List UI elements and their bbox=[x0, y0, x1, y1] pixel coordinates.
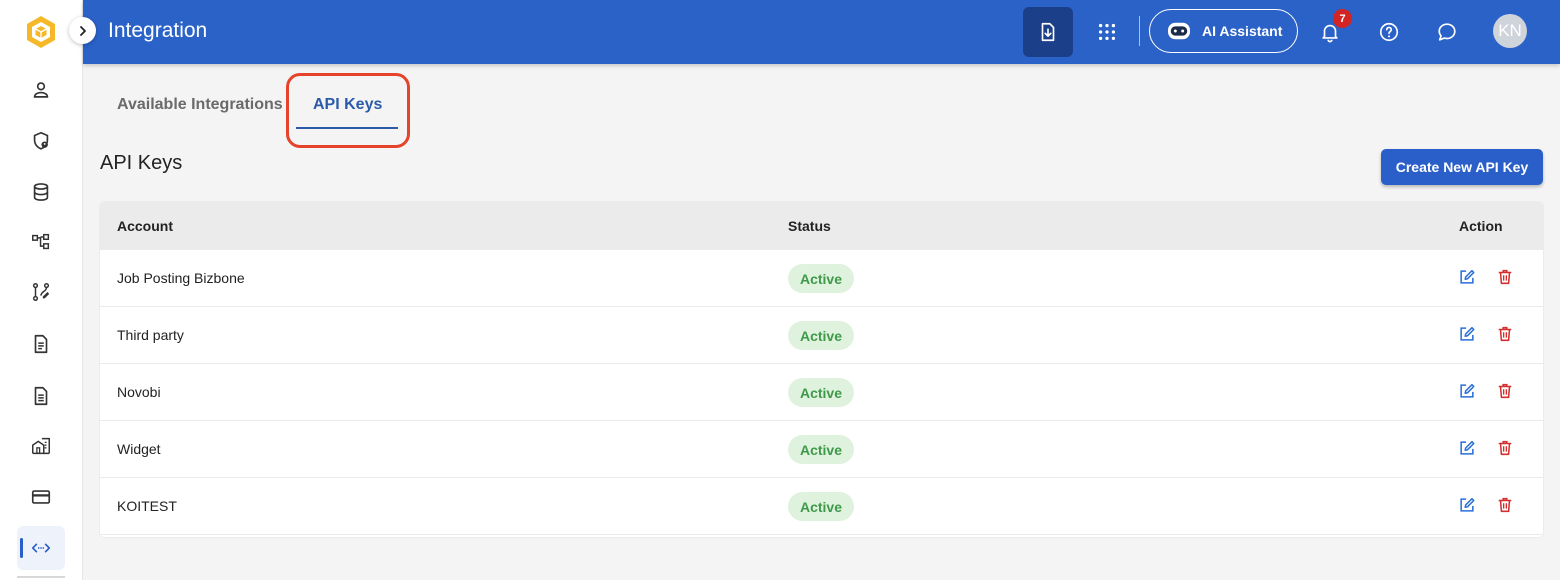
sidebar-item-organization[interactable] bbox=[17, 424, 65, 468]
notification-badge: 7 bbox=[1333, 9, 1352, 28]
active-tab-underline bbox=[296, 127, 398, 129]
help-button[interactable] bbox=[1375, 18, 1403, 46]
apps-grid-icon bbox=[1098, 23, 1116, 41]
hierarchy-icon bbox=[32, 233, 50, 250]
account-name: Widget bbox=[117, 441, 161, 457]
sidebar-item-reports[interactable] bbox=[17, 374, 65, 418]
edit-button[interactable] bbox=[1457, 438, 1477, 458]
column-header-action: Action bbox=[1459, 218, 1503, 234]
account-name: KOITEST bbox=[117, 498, 177, 514]
database-icon bbox=[33, 183, 49, 201]
status-badge: Active bbox=[788, 264, 854, 293]
sidebar-item-user[interactable] bbox=[17, 68, 65, 112]
sidebar-item-documents[interactable] bbox=[17, 322, 65, 366]
status-badge: Active bbox=[788, 492, 854, 521]
table-row: Job Posting Bizbone Active bbox=[100, 250, 1543, 307]
status-badge: Active bbox=[788, 378, 854, 407]
account-name: Job Posting Bizbone bbox=[117, 270, 245, 286]
table-row: Novobi Active bbox=[100, 364, 1543, 421]
integration-icon bbox=[31, 543, 51, 553]
table-header: Account Status Action bbox=[100, 202, 1543, 250]
trash-icon bbox=[1498, 269, 1512, 285]
edit-button[interactable] bbox=[1457, 381, 1477, 401]
trash-icon bbox=[1498, 383, 1512, 399]
sidebar-item-billing[interactable] bbox=[17, 475, 65, 519]
column-header-account: Account bbox=[117, 218, 173, 234]
download-button[interactable] bbox=[1023, 7, 1073, 57]
sidebar-item-integration[interactable] bbox=[17, 526, 65, 570]
edit-icon bbox=[1460, 383, 1475, 398]
trash-icon bbox=[1498, 326, 1512, 342]
create-new-api-key-button[interactable]: Create New API Key bbox=[1381, 149, 1543, 185]
ai-assistant-button[interactable]: AI Assistant bbox=[1149, 9, 1298, 53]
sidebar-divider bbox=[17, 576, 65, 578]
sidebar-item-database[interactable] bbox=[17, 170, 65, 214]
delete-button[interactable] bbox=[1495, 267, 1515, 287]
chevron-right-icon bbox=[79, 25, 86, 36]
section-title: API Keys bbox=[100, 152, 183, 174]
account-name: Novobi bbox=[117, 384, 161, 400]
messages-button[interactable] bbox=[1433, 18, 1461, 46]
sidebar-item-security[interactable] bbox=[17, 119, 65, 163]
help-circle-icon bbox=[1379, 22, 1399, 42]
edit-button[interactable] bbox=[1457, 267, 1477, 287]
edit-icon bbox=[1460, 440, 1475, 455]
workflow-icon bbox=[32, 283, 50, 301]
file-download-icon bbox=[1041, 22, 1055, 42]
active-indicator bbox=[20, 538, 23, 558]
chat-bubble-icon bbox=[1438, 23, 1456, 41]
robot-icon bbox=[1168, 22, 1190, 40]
delete-button[interactable] bbox=[1495, 324, 1515, 344]
document-icon bbox=[34, 334, 48, 354]
delete-button[interactable] bbox=[1495, 495, 1515, 515]
apps-button[interactable] bbox=[1093, 18, 1121, 46]
sidebar-item-hierarchy[interactable] bbox=[17, 220, 65, 264]
building-icon bbox=[32, 437, 50, 455]
delete-button[interactable] bbox=[1495, 438, 1515, 458]
table-row: KOITEST Active bbox=[100, 478, 1543, 535]
table-row: Third party Active bbox=[100, 307, 1543, 364]
edit-icon bbox=[1460, 326, 1475, 341]
tab-available-integrations[interactable]: Available Integrations bbox=[117, 96, 283, 114]
edit-button[interactable] bbox=[1457, 324, 1477, 344]
edit-button[interactable] bbox=[1457, 495, 1477, 515]
document-list-icon bbox=[34, 386, 48, 406]
edit-icon bbox=[1460, 497, 1475, 512]
sidebar bbox=[0, 0, 83, 580]
edit-icon bbox=[1460, 269, 1475, 284]
status-badge: Active bbox=[788, 321, 854, 350]
account-name: Third party bbox=[117, 327, 184, 343]
status-badge: Active bbox=[788, 435, 854, 464]
credit-card-icon bbox=[31, 490, 51, 504]
top-header: Integration AI Assistant 7 KN bbox=[83, 0, 1560, 64]
trash-icon bbox=[1498, 440, 1512, 456]
table-row: Widget Active bbox=[100, 421, 1543, 478]
user-avatar[interactable]: KN bbox=[1493, 14, 1527, 48]
user-icon bbox=[33, 82, 49, 98]
delete-button[interactable] bbox=[1495, 381, 1515, 401]
column-header-status: Status bbox=[788, 218, 831, 234]
api-keys-table: Account Status Action Job Posting Bizbon… bbox=[100, 202, 1543, 537]
shield-user-icon bbox=[33, 131, 49, 150]
page-title: Integration bbox=[108, 19, 208, 42]
header-divider bbox=[1139, 16, 1140, 46]
expand-sidebar-button[interactable] bbox=[69, 17, 96, 44]
ai-assistant-label: AI Assistant bbox=[1202, 23, 1283, 39]
sidebar-item-workflow[interactable] bbox=[17, 270, 65, 314]
tab-api-keys[interactable]: API Keys bbox=[313, 96, 382, 114]
trash-icon bbox=[1498, 497, 1512, 513]
logo-icon[interactable] bbox=[24, 14, 58, 50]
